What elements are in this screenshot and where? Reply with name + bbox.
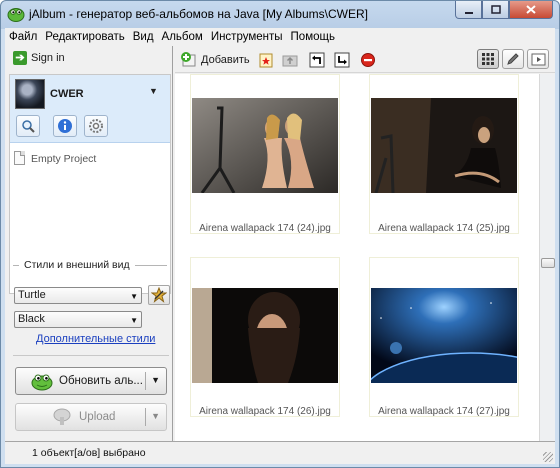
skin-select[interactable]: Turtle ▼	[14, 287, 142, 304]
new-document-icon	[259, 53, 273, 67]
maximize-icon	[490, 5, 501, 14]
jalbum-logo-icon	[7, 8, 25, 22]
thumbnail-grid: Airena wallapack 174 (24).jpg Airena wal…	[175, 74, 539, 441]
chevron-down-icon: ▼	[130, 316, 138, 325]
rotate-right-button[interactable]	[333, 50, 351, 69]
project-info-button[interactable]	[53, 115, 77, 137]
scrollbar-thumb[interactable]	[541, 258, 555, 268]
chevron-down-icon: ▼	[130, 292, 138, 301]
add-label: Добавить	[201, 53, 250, 66]
empty-project-label: Empty Project	[31, 153, 97, 165]
rotate-left-icon	[309, 52, 325, 67]
close-icon	[526, 5, 536, 14]
delete-icon	[361, 52, 375, 67]
photo-thumbnail	[371, 98, 517, 193]
empty-project-item[interactable]: Empty Project	[14, 151, 96, 165]
sign-in-arrow-icon: ➔	[13, 51, 27, 65]
minimize-button[interactable]	[455, 1, 482, 19]
edit-mode-button[interactable]	[502, 49, 524, 69]
project-name: CWER	[50, 88, 84, 100]
menu-help[interactable]: Помощь	[287, 31, 339, 43]
status-text: 1 объект[а/ов] выбрано	[32, 447, 146, 459]
skin-tool-icon	[151, 287, 167, 303]
skin-settings-button[interactable]	[148, 285, 170, 305]
resize-grip-icon[interactable]	[543, 452, 553, 462]
search-project-button[interactable]	[16, 115, 40, 137]
gallery-scrollbar[interactable]	[539, 74, 555, 441]
photo-thumbnail	[371, 288, 517, 383]
divider	[134, 264, 167, 266]
divider	[145, 372, 146, 390]
maximize-button[interactable]	[482, 1, 509, 19]
add-button[interactable]: Добавить	[180, 50, 250, 69]
styles-heading: Стили и внешний вид	[24, 259, 130, 271]
project-settings-button[interactable]	[84, 115, 108, 137]
photo-thumbnail	[192, 98, 338, 193]
folder-up-button[interactable]	[281, 50, 299, 69]
thumbnail-filename: Airena wallapack 174 (26).jpg	[199, 406, 331, 417]
thumbnail-card[interactable]: Airena wallapack 174 (24).jpg	[190, 74, 340, 234]
divider	[13, 355, 169, 356]
app-window: jAlbum - генератор веб-альбомов на Java …	[0, 0, 560, 468]
slideshow-icon	[531, 53, 545, 65]
magnifier-icon	[22, 120, 35, 133]
document-icon	[14, 151, 25, 165]
minimize-icon	[464, 11, 473, 14]
project-card[interactable]: CWER ▼	[10, 75, 170, 143]
upload-icon	[53, 408, 71, 425]
thumbnail-filename: Airena wallapack 174 (24).jpg	[199, 223, 331, 234]
menu-album[interactable]: Альбом	[158, 31, 207, 43]
add-icon	[181, 51, 196, 66]
menu-bar: Файл Редактировать Вид Альбом Инструмент…	[5, 28, 555, 46]
rotate-right-icon	[334, 52, 350, 67]
thumbnail-view-button[interactable]	[477, 49, 499, 69]
menu-view[interactable]: Вид	[129, 31, 158, 43]
upload-button[interactable]: Upload ▼	[15, 403, 167, 431]
status-bar: 1 объект[а/ов] выбрано	[5, 441, 555, 464]
jalbum-frog-icon	[31, 374, 53, 391]
thumbnail-filename: Airena wallapack 174 (27).jpg	[378, 406, 510, 417]
update-album-label: Обновить аль...	[59, 375, 143, 387]
slideshow-button[interactable]	[527, 49, 549, 69]
new-item-button[interactable]	[257, 50, 275, 69]
thumbnail-filename: Airena wallapack 174 (25).jpg	[378, 223, 510, 234]
styles-section-header: Стили и внешний вид	[13, 259, 167, 271]
rotate-left-button[interactable]	[308, 50, 326, 69]
folder-up-icon	[282, 55, 298, 66]
project-menu-chevron-down-icon[interactable]: ▼	[149, 86, 158, 96]
menu-file[interactable]: Файл	[5, 31, 41, 43]
skin-select-value: Turtle	[18, 289, 46, 301]
close-button[interactable]	[509, 1, 553, 19]
main-toolbar: Добавить	[175, 46, 555, 73]
sidebar: ➔ Sign in CWER ▼ Empty Project Стили и в…	[5, 46, 173, 441]
title-bar: jAlbum - генератор веб-альбомов на Java …	[1, 1, 559, 27]
gear-icon	[89, 119, 103, 133]
menu-edit[interactable]: Редактировать	[41, 31, 128, 43]
divider	[145, 408, 146, 426]
chevron-down-icon[interactable]: ▼	[151, 411, 160, 421]
menu-tools[interactable]: Инструменты	[207, 31, 287, 43]
update-album-button[interactable]: Обновить аль... ▼	[15, 367, 167, 395]
chevron-down-icon[interactable]: ▼	[151, 375, 160, 385]
client-area: ➔ Sign in CWER ▼ Empty Project Стили и в…	[5, 46, 555, 464]
style-select[interactable]: Black ▼	[14, 311, 142, 328]
upload-label: Upload	[79, 411, 116, 423]
sign-in-button[interactable]: ➔ Sign in	[13, 51, 65, 65]
sign-in-label: Sign in	[31, 52, 65, 64]
delete-button[interactable]	[359, 50, 377, 69]
grid-view-icon	[482, 53, 494, 65]
more-styles-link[interactable]: Дополнительные стили	[36, 333, 155, 345]
divider	[13, 264, 19, 266]
pencil-icon	[507, 53, 519, 65]
window-title: jAlbum - генератор веб-альбомов на Java …	[29, 7, 368, 21]
info-icon	[58, 119, 72, 133]
thumbnail-card[interactable]: Airena wallapack 174 (27).jpg	[369, 257, 519, 417]
thumbnail-card[interactable]: Airena wallapack 174 (26).jpg	[190, 257, 340, 417]
project-thumbnail	[15, 79, 45, 109]
thumbnail-card[interactable]: Airena wallapack 174 (25).jpg	[369, 74, 519, 234]
style-select-value: Black	[18, 313, 45, 325]
photo-thumbnail	[192, 288, 338, 383]
